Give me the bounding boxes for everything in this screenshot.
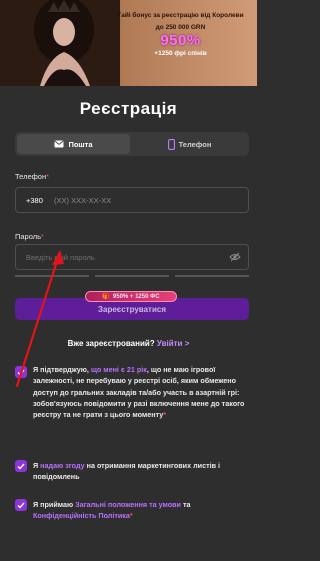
- queen-character-image: [0, 0, 120, 86]
- register-button-label: Зареєструватися: [97, 304, 167, 314]
- registration-method-tabs: Пошта Телефон: [15, 132, 249, 156]
- required-mark: *: [129, 511, 133, 521]
- login-prompt: Вже зареєстрований?: [67, 339, 155, 348]
- tab-email-label: Пошта: [68, 139, 93, 149]
- age-consent-link[interactable]: що мені є 21 рік: [91, 365, 147, 374]
- password-input[interactable]: Введіть свій пароль: [15, 244, 249, 270]
- mail-icon: [54, 140, 64, 148]
- password-strength-segment-1: [15, 275, 89, 277]
- registration-card: [0, 86, 257, 561]
- marketing-consent-checkbox[interactable]: [15, 460, 27, 472]
- login-prompt-row: Вже зареєстрований? Увійти >: [0, 339, 257, 348]
- password-placeholder: Введіть свій пароль: [26, 253, 95, 262]
- banner-free-spins: +1250 фрі спінів: [154, 50, 207, 57]
- banner-bonus-percent: 950%: [160, 32, 201, 49]
- tab-phone-label: Телефон: [178, 139, 212, 149]
- terms-consent-checkbox[interactable]: [15, 499, 27, 511]
- phone-input[interactable]: +380 (XX) XXX-XX-XX: [15, 187, 249, 213]
- terms-consent-text: Я приймаю Загальні положення та умови та…: [33, 499, 245, 522]
- terms-link[interactable]: Загальні положення та умови: [75, 500, 181, 509]
- check-icon: [17, 502, 25, 509]
- banner-line-1: Тайі бонус за реєстрацію від Королеви: [117, 12, 244, 19]
- age-consent-checkbox[interactable]: [15, 366, 27, 378]
- eye-slash-icon[interactable]: [229, 252, 241, 262]
- required-mark: *: [41, 232, 44, 241]
- password-strength-segment-3: [175, 275, 249, 277]
- tab-phone[interactable]: Телефон: [133, 134, 246, 154]
- check-icon: [17, 463, 25, 470]
- marketing-consent-link[interactable]: надаю згоду: [40, 461, 84, 470]
- bonus-badge-text: 950% + 1250 ФС: [112, 293, 160, 300]
- password-label: Пароль*: [15, 232, 44, 241]
- check-icon: [17, 369, 25, 376]
- phone-placeholder: (XX) XXX-XX-XX: [54, 196, 112, 205]
- terms-consent-a: Я приймаю: [33, 500, 76, 509]
- required-mark: *: [163, 410, 167, 420]
- login-link[interactable]: Увійти >: [157, 339, 189, 348]
- age-consent-a: Я підтверджую,: [33, 365, 91, 374]
- password-label-text: Пароль: [15, 232, 42, 241]
- required-mark: *: [46, 172, 50, 181]
- banner-line-2: до 250 000 GRN: [155, 24, 206, 31]
- promo-banner[interactable]: Тайі бонус за реєстрацію від Королеви до…: [0, 0, 257, 86]
- phone-label-text: Телефон: [15, 172, 47, 181]
- tab-email[interactable]: Пошта: [17, 134, 130, 154]
- banner-text: Тайі бонус за реєстрацію від Королеви до…: [108, 12, 253, 57]
- marketing-consent-text: Я надаю згоду на отримання маркетингових…: [33, 460, 245, 483]
- bonus-badge: 🎁 950% + 1250 ФС: [85, 291, 177, 302]
- terms-consent-c: та: [180, 500, 191, 509]
- gift-icon: 🎁: [102, 294, 110, 300]
- page-title: Реєстрація: [79, 99, 178, 118]
- phone-label: Телефон*: [15, 172, 49, 181]
- password-strength-segment-2: [95, 275, 169, 277]
- privacy-policy-link[interactable]: Конфіденційність Політика: [33, 511, 130, 520]
- age-consent-text: Я підтверджую, що мені є 21 рік, що не м…: [33, 364, 245, 420]
- phone-icon: [167, 138, 175, 150]
- phone-prefix: +380: [26, 196, 43, 205]
